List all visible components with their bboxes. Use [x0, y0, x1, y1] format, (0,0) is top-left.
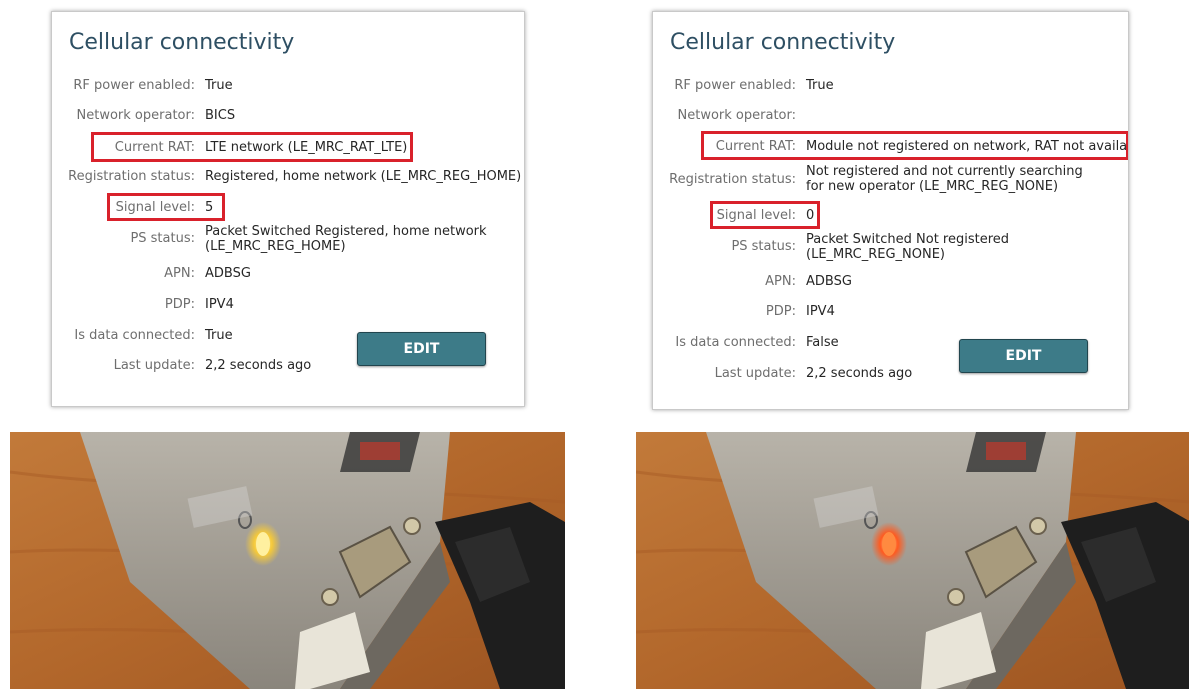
edit-button[interactable]: EDIT	[959, 339, 1088, 373]
label-apn: APN:	[164, 266, 195, 281]
value-apn: ADBSG	[205, 266, 251, 281]
value-registration-status: Not registered and not currently searchi…	[806, 164, 1083, 194]
edit-button[interactable]: EDIT	[357, 332, 486, 366]
value-last-update: 2,2 seconds ago	[205, 358, 312, 373]
label-registration-status: Registration status:	[669, 172, 796, 187]
label-data-connected: Is data connected:	[675, 335, 796, 350]
value-pdp: IPV4	[205, 297, 234, 312]
panel-title: Cellular connectivity	[69, 30, 295, 55]
label-last-update: Last update:	[113, 358, 195, 373]
label-pdp: PDP:	[164, 297, 195, 312]
value-rf-power: True	[205, 78, 233, 93]
value-apn: ADBSG	[806, 274, 852, 289]
label-apn: APN:	[765, 274, 796, 289]
label-ps-status: PS status:	[130, 231, 195, 246]
value-last-update: 2,2 seconds ago	[806, 366, 913, 381]
device-photo-right	[636, 432, 1189, 689]
value-pdp: IPV4	[806, 304, 835, 319]
label-registration-status: Registration status:	[68, 169, 195, 184]
label-network-operator: Network operator:	[76, 108, 195, 123]
value-ps-status: Packet Switched Registered, home network…	[205, 224, 487, 254]
cellular-connectivity-panel-right: Cellular connectivity RF power enabled: …	[652, 11, 1129, 410]
label-network-operator: Network operator:	[677, 108, 796, 123]
value-registration-status: Registered, home network (LE_MRC_REG_HOM…	[205, 169, 522, 184]
label-pdp: PDP:	[765, 304, 796, 319]
value-ps-status: Packet Switched Not registered (LE_MRC_R…	[806, 232, 1010, 262]
value-data-connected: True	[205, 328, 233, 343]
highlight-signal-level	[710, 201, 820, 229]
label-rf-power: RF power enabled:	[73, 78, 195, 93]
highlight-signal-level	[107, 193, 225, 221]
device-photo-left	[10, 432, 565, 689]
label-ps-status: PS status:	[731, 239, 796, 254]
highlight-current-rat	[701, 131, 1128, 160]
label-rf-power: RF power enabled:	[674, 78, 796, 93]
highlight-current-rat	[91, 132, 413, 162]
value-rf-power: True	[806, 78, 834, 93]
panel-title: Cellular connectivity	[670, 30, 896, 55]
label-data-connected: Is data connected:	[74, 328, 195, 343]
value-data-connected: False	[806, 335, 839, 350]
cellular-connectivity-panel-left: Cellular connectivity RF power enabled: …	[51, 11, 525, 407]
label-last-update: Last update:	[714, 366, 796, 381]
value-network-operator: BICS	[205, 108, 236, 123]
